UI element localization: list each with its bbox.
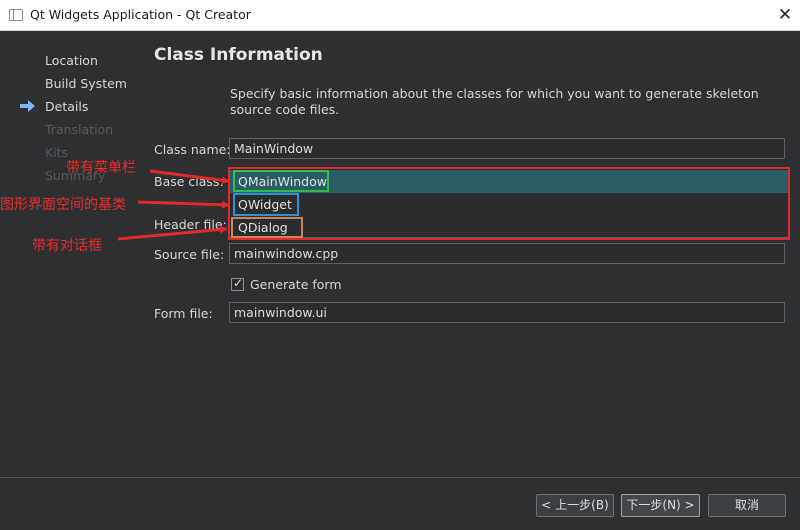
app-window-icon xyxy=(9,9,23,21)
footer-divider xyxy=(0,477,800,478)
title-bar: Qt Widgets Application - Qt Creator ✕ xyxy=(0,0,800,31)
annotation-qmainwindow-box xyxy=(233,170,329,192)
cancel-button[interactable]: 取消 xyxy=(708,494,786,517)
class-name-label: Class name: xyxy=(154,142,231,157)
step-translation: Translation xyxy=(45,122,114,137)
form-file-input[interactable]: mainwindow.ui xyxy=(229,302,785,323)
step-details: Details xyxy=(45,99,89,114)
class-name-input[interactable]: MainWindow xyxy=(229,138,785,159)
page-description: Specify basic information about the clas… xyxy=(230,86,759,117)
generate-form-checkbox[interactable]: ✓ xyxy=(231,276,244,291)
base-class-label: Base class: xyxy=(154,174,224,189)
close-icon[interactable]: ✕ xyxy=(772,3,798,27)
annotation-qwidget-note: 图形界面空间的基类 xyxy=(0,197,126,213)
generate-form-label[interactable]: Generate form xyxy=(250,277,342,292)
page-title: Class Information xyxy=(154,45,323,65)
window-title: Qt Widgets Application - Qt Creator xyxy=(30,7,251,22)
source-file-input[interactable]: mainwindow.cpp xyxy=(229,243,785,264)
annotation-qdialog-box xyxy=(231,217,303,238)
header-file-label: Header file: xyxy=(154,217,227,232)
form-file-label: Form file: xyxy=(154,306,213,321)
annotation-qdialog-note: 带有对话框 xyxy=(32,238,102,254)
checkmark-icon: ✓ xyxy=(233,276,244,290)
next-button[interactable]: 下一步(N) > xyxy=(621,494,700,517)
back-button[interactable]: < 上一步(B) xyxy=(536,494,614,517)
annotation-qmainwindow-note: 带有菜单栏 xyxy=(66,160,136,176)
source-file-label: Source file: xyxy=(154,247,225,262)
current-step-arrow-icon xyxy=(20,100,35,112)
step-build-system: Build System xyxy=(45,76,127,91)
annotation-qwidget-box xyxy=(233,193,299,216)
step-location: Location xyxy=(45,53,98,68)
arrow-to-qwidget xyxy=(137,200,230,209)
